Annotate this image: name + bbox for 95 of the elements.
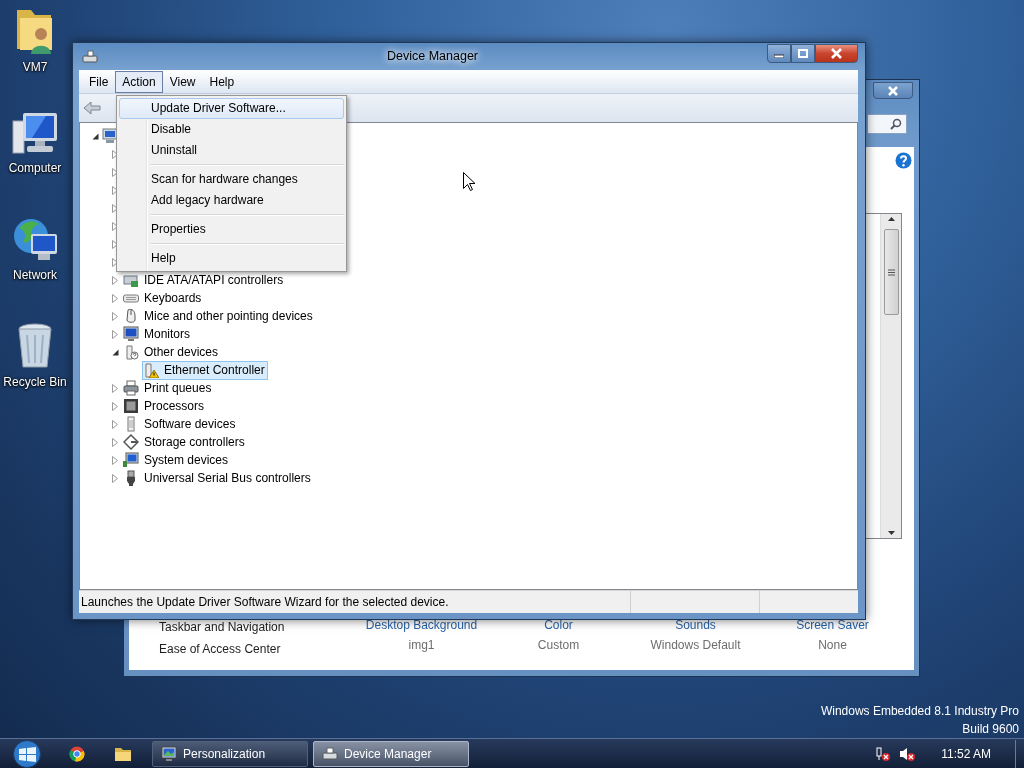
tree-item[interactable]: System devices <box>122 450 232 470</box>
tree-item[interactable]: Monitors <box>122 324 193 344</box>
device-manager-icon <box>322 745 338 762</box>
theme-setting-link[interactable]: Color <box>544 618 573 633</box>
desktop-shortcut[interactable]: Network <box>0 216 70 314</box>
expand-arrow-icon[interactable] <box>112 293 118 303</box>
computer-icon <box>123 452 139 468</box>
menu-item[interactable]: Help <box>202 70 242 93</box>
taskbar-button[interactable]: Device Manager <box>313 740 469 767</box>
build-text: Build 9600 <box>962 721 1019 738</box>
window-title: Device Manager <box>386 48 479 65</box>
expand-arrow-icon[interactable] <box>112 455 118 465</box>
expand-arrow-icon[interactable] <box>112 473 118 483</box>
collapse-arrow-icon[interactable] <box>112 348 119 356</box>
close-icon <box>830 48 843 59</box>
network-error-icon[interactable] <box>875 745 892 762</box>
menu-item[interactable]: Scan for hardware changes <box>119 169 344 190</box>
maximize-button[interactable] <box>791 44 815 63</box>
speaker-muted-icon[interactable] <box>899 745 916 762</box>
theme-setting-value: Custom <box>537 638 580 653</box>
device-manager-icon <box>82 50 98 64</box>
expand-arrow-icon[interactable] <box>112 167 118 177</box>
computer-icon <box>11 111 59 157</box>
monitor-icon <box>123 326 139 342</box>
mouse-icon <box>123 308 139 324</box>
tree-item[interactable]: Keyboards <box>122 288 205 308</box>
expand-arrow-icon[interactable] <box>112 311 118 321</box>
browser-icon[interactable] <box>69 745 85 762</box>
menu-item[interactable]: Action <box>115 70 163 93</box>
taskbar-button[interactable]: Personalization <box>152 740 308 767</box>
cursor-icon <box>463 172 475 191</box>
menu-item[interactable]: File <box>82 70 116 93</box>
menu-item[interactable]: View <box>162 70 203 93</box>
expand-arrow-icon[interactable] <box>112 149 118 159</box>
tree-item[interactable]: Universal Serial Bus controllers <box>122 468 314 488</box>
scroll-down-icon <box>886 529 896 538</box>
folder-icon[interactable] <box>114 745 132 762</box>
theme-setting-value: Windows Default <box>650 638 741 653</box>
see-also-link[interactable]: Taskbar and Navigation <box>159 620 353 635</box>
drive-icon <box>123 272 139 288</box>
minimize-button[interactable] <box>767 44 791 63</box>
recycle-bin-icon <box>15 321 55 371</box>
theme-setting-value: img1 <box>408 638 435 653</box>
close-button[interactable] <box>873 82 913 99</box>
menu-item[interactable]: Properties <box>119 219 344 240</box>
expand-arrow-icon[interactable] <box>112 275 118 285</box>
desktop-shortcut[interactable]: Computer <box>0 111 70 209</box>
tree-item[interactable]: Print queues <box>122 378 215 398</box>
tree-item[interactable]: Processors <box>122 396 208 416</box>
expand-arrow-icon[interactable] <box>112 257 118 267</box>
expand-arrow-icon[interactable] <box>112 419 118 429</box>
search-field[interactable] <box>867 114 907 134</box>
theme-setting-link[interactable]: Desktop Background <box>365 618 478 633</box>
expand-arrow-icon[interactable] <box>112 203 118 213</box>
maximize-icon <box>798 49 808 58</box>
expand-arrow-icon[interactable] <box>112 437 118 447</box>
tree-item[interactable]: Software devices <box>122 414 239 434</box>
menu-item[interactable]: Help <box>119 248 344 269</box>
collapse-arrow-icon[interactable] <box>92 132 99 140</box>
back-arrow-icon[interactable] <box>83 101 101 115</box>
expand-arrow-icon[interactable] <box>112 221 118 231</box>
theme-setting-value: None <box>818 638 847 653</box>
scroll-thumb[interactable] <box>883 229 899 315</box>
tree-item[interactable]: Mice and other pointing devices <box>122 306 316 326</box>
scroll-up-icon <box>886 214 896 223</box>
edition-text: Windows Embedded 8.1 Industry Pro <box>820 703 1019 720</box>
monitor-icon <box>161 745 177 762</box>
tree-item[interactable]: Other devices <box>122 342 222 362</box>
desktop-shortcut[interactable]: VM7 <box>0 6 70 104</box>
expand-arrow-icon[interactable] <box>112 383 118 393</box>
expand-arrow-icon[interactable] <box>112 185 118 195</box>
tree-item[interactable]: IDE ATA/ATAPI controllers <box>122 270 287 290</box>
menu-item[interactable]: Add legacy hardware <box>119 190 344 211</box>
expand-arrow-icon[interactable] <box>112 239 118 249</box>
unknown-device-icon <box>123 344 139 360</box>
tree-item[interactable]: Ethernet Controller <box>142 360 268 380</box>
diamond-arrow-icon <box>123 434 139 450</box>
grip-icon <box>887 268 895 276</box>
close-icon <box>887 85 899 96</box>
theme-setting-link[interactable]: Screen Saver <box>796 618 869 633</box>
menu-item[interactable]: Disable <box>119 119 344 140</box>
status-text: Launches the Update Driver Software Wizard for the selected device. <box>80 594 450 611</box>
expand-arrow-icon[interactable] <box>112 329 118 339</box>
printer-icon <box>123 380 139 396</box>
see-also-link[interactable]: Ease of Access Center <box>159 642 353 657</box>
tree-item[interactable]: Storage controllers <box>122 432 248 452</box>
desktop-shortcut[interactable]: Recycle Bin <box>0 321 70 419</box>
chip-icon <box>123 398 139 414</box>
clock[interactable]: 11:52 AM <box>941 746 991 761</box>
close-button[interactable] <box>815 44 858 63</box>
theme-setting-link[interactable]: Sounds <box>675 618 716 633</box>
menu-item[interactable]: Update Driver Software... <box>119 98 344 119</box>
search-icon <box>890 118 902 130</box>
expand-arrow-icon[interactable] <box>112 401 118 411</box>
menu-item[interactable]: Uninstall <box>119 140 344 161</box>
